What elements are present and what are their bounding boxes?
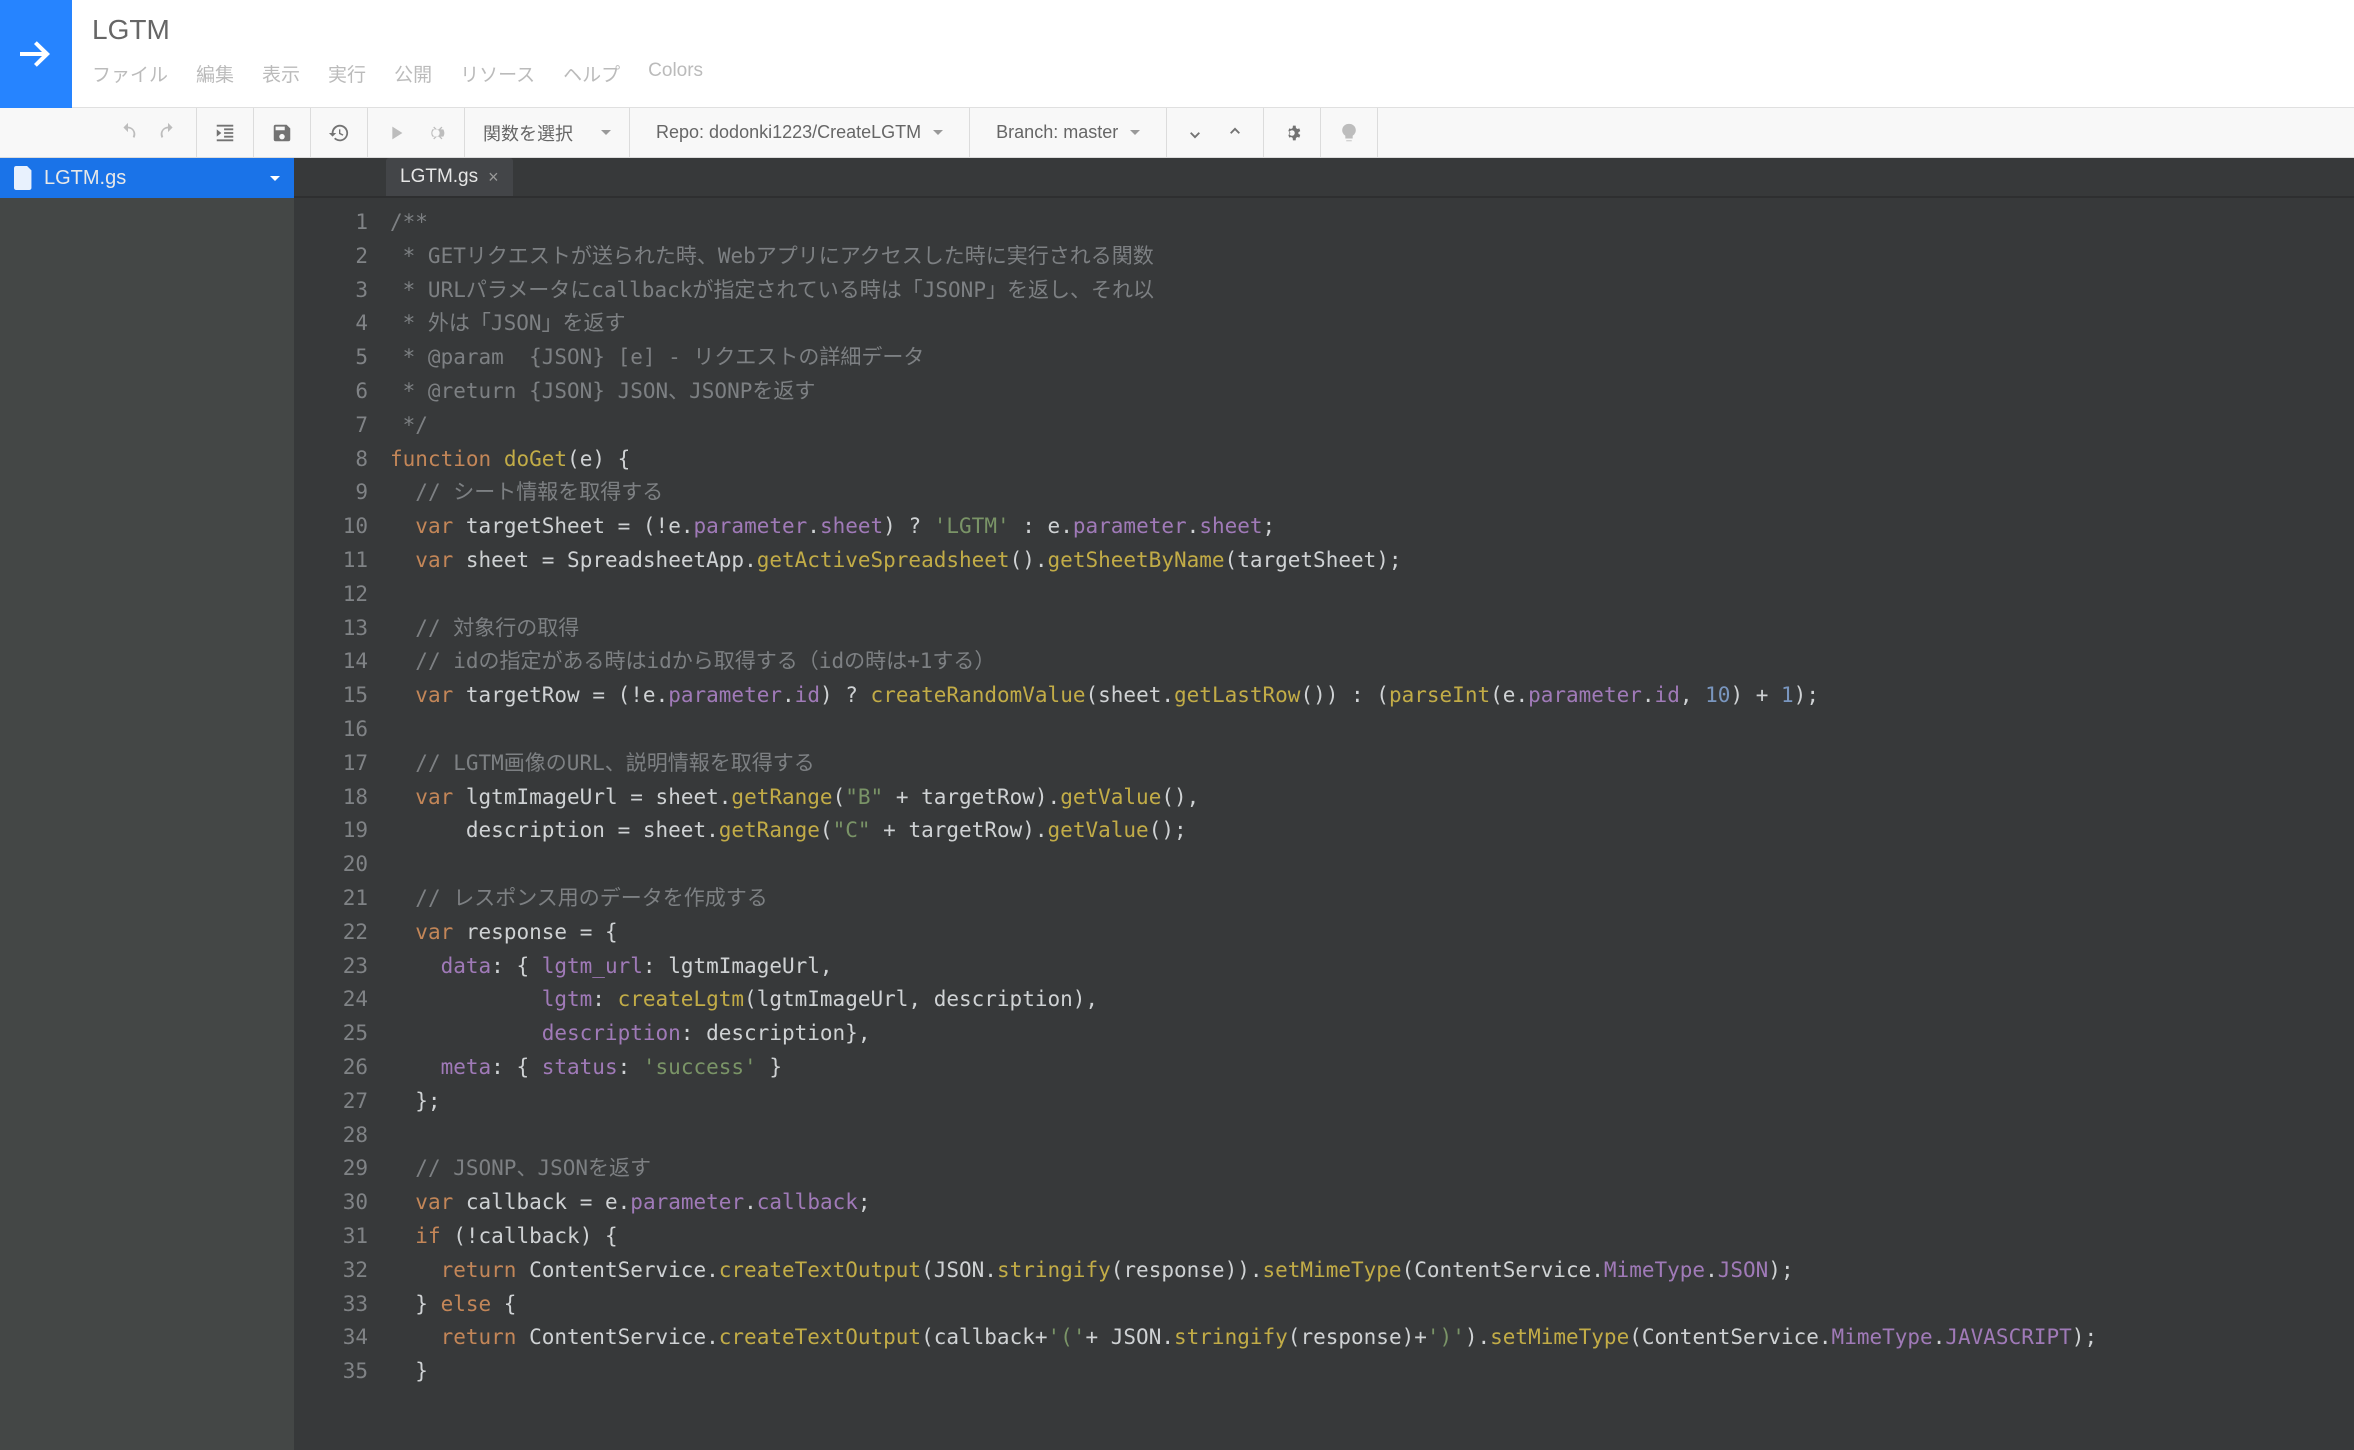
main: LGTM.gs LGTM.gs × 1234567891011121314151… [0,158,2354,1450]
redo-icon [157,122,179,144]
menu-view[interactable]: 表示 [262,60,300,87]
settings-button[interactable] [1272,109,1312,157]
script-file-icon [14,166,34,190]
repo-label: Repo: dodonki1223/CreateLGTM [656,122,921,143]
line-gutter: 1234567891011121314151617181920212223242… [294,206,386,1450]
logo[interactable] [0,0,72,108]
chevron-down-icon [933,130,943,135]
redo-button[interactable] [148,109,188,157]
tab-lgtm[interactable]: LGTM.gs × [386,158,513,196]
menu-help[interactable]: ヘルプ [563,60,620,87]
arrow-right-icon [12,30,60,78]
undo-button[interactable] [108,109,148,157]
play-icon [385,122,407,144]
menu-run[interactable]: 実行 [328,60,366,87]
menu-file[interactable]: ファイル [92,60,168,87]
arrow-down-icon [1184,122,1206,144]
branch-select[interactable]: Branch: master [970,108,1167,157]
chevron-down-icon [1130,130,1140,135]
repo-select[interactable]: Repo: dodonki1223/CreateLGTM [630,108,970,157]
toolbar: 関数を選択 Repo: dodonki1223/CreateLGTM Branc… [0,108,2354,158]
history-icon [328,122,350,144]
sidebar: LGTM.gs [0,158,294,1450]
indent-button[interactable] [205,109,245,157]
menu-publish[interactable]: 公開 [394,60,432,87]
chevron-down-icon [601,130,611,135]
close-icon[interactable]: × [488,167,499,188]
function-select[interactable]: 関数を選択 [465,108,630,157]
file-item-lgtm[interactable]: LGTM.gs [0,158,294,198]
tabbar: LGTM.gs × [294,158,2354,198]
run-button[interactable] [376,109,416,157]
pull-button[interactable] [1175,109,1215,157]
menu-edit[interactable]: 編集 [196,60,234,87]
editor-area: LGTM.gs × 123456789101112131415161718192… [294,158,2354,1450]
gear-icon [1281,122,1303,144]
bug-icon [425,122,447,144]
header: LGTM ファイル 編集 表示 実行 公開 リソース ヘルプ Colors [0,0,2354,108]
hint-button[interactable] [1329,109,1369,157]
function-select-label: 関数を選択 [483,120,573,146]
chevron-down-icon [270,176,280,181]
file-label: LGTM.gs [44,167,126,190]
undo-icon [117,122,139,144]
tab-label: LGTM.gs [400,166,478,188]
arrow-up-icon [1224,122,1246,144]
branch-label: Branch: master [996,122,1118,143]
code-editor[interactable]: 1234567891011121314151617181920212223242… [294,198,2354,1450]
code-body[interactable]: /** * GETリクエストが送られた時、Webアプリにアクセスした時に実行され… [386,206,2354,1450]
indent-icon [214,122,236,144]
save-button[interactable] [262,109,302,157]
menu-resource[interactable]: リソース [460,60,535,87]
debug-button[interactable] [416,109,456,157]
lightbulb-icon [1338,122,1360,144]
history-button[interactable] [319,109,359,157]
menu-bar: ファイル 編集 表示 実行 公開 リソース ヘルプ Colors [88,50,2354,87]
menu-colors[interactable]: Colors [648,60,703,87]
push-button[interactable] [1215,109,1255,157]
header-right: LGTM ファイル 編集 表示 実行 公開 リソース ヘルプ Colors [72,0,2354,107]
save-icon [271,122,293,144]
project-title[interactable]: LGTM [88,8,2354,50]
